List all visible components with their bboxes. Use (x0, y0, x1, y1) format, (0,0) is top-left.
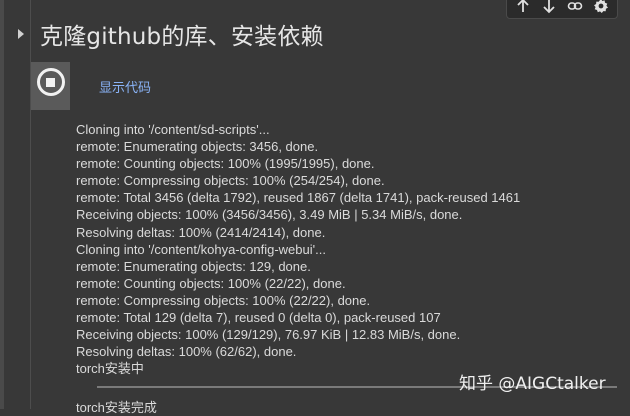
output-line: torch安装完成 (76, 400, 157, 415)
output-line: Resolving deltas: 100% (2414/2414), done… (76, 224, 326, 240)
output-line: Cloning into '/content/sd-scripts'... (76, 122, 270, 137)
output-line: remote: Enumerating objects: 129, done. (76, 258, 311, 274)
output-line: remote: Enumerating objects: 3456, done. (76, 139, 319, 155)
link-icon[interactable] (565, 0, 585, 16)
output-line: Cloning into '/content/kohya-config-webu… (76, 241, 326, 257)
output-line: remote: Counting objects: 100% (1995/199… (76, 156, 375, 172)
run-stop-button[interactable] (31, 62, 70, 110)
collapse-chevron-icon[interactable] (13, 26, 29, 42)
watermark: 知乎 @AIGCtalker (459, 374, 606, 394)
output-line: Receiving objects: 100% (3456/3456), 3.4… (76, 207, 463, 223)
output-line: remote: Total 129 (delta 7), reused 0 (d… (76, 310, 441, 326)
arrow-down-icon[interactable] (539, 0, 559, 16)
output-line: remote: Total 3456 (delta 1792), reused … (76, 190, 521, 206)
stop-icon (36, 68, 65, 96)
output-line: Receiving objects: 100% (129/129), 76.97… (76, 327, 461, 343)
output-line: Resolving deltas: 100% (62/62), done. (76, 344, 297, 360)
arrow-up-icon[interactable] (513, 0, 533, 16)
cell-toolbar (506, 0, 618, 19)
output-line: remote: Compressing objects: 100% (22/22… (76, 292, 371, 308)
gear-icon[interactable] (591, 0, 611, 16)
cell-left-rail (0, 0, 4, 409)
output-line: remote: Counting objects: 100% (22/22), … (76, 275, 346, 291)
show-code-link[interactable]: 显示代码 (99, 77, 151, 96)
cell-output: Cloning into '/content/sd-scripts'... re… (76, 121, 621, 377)
output-line: remote: Compressing objects: 100% (254/2… (76, 173, 385, 189)
section-title: 克隆github的库、安装依赖 (40, 24, 324, 50)
